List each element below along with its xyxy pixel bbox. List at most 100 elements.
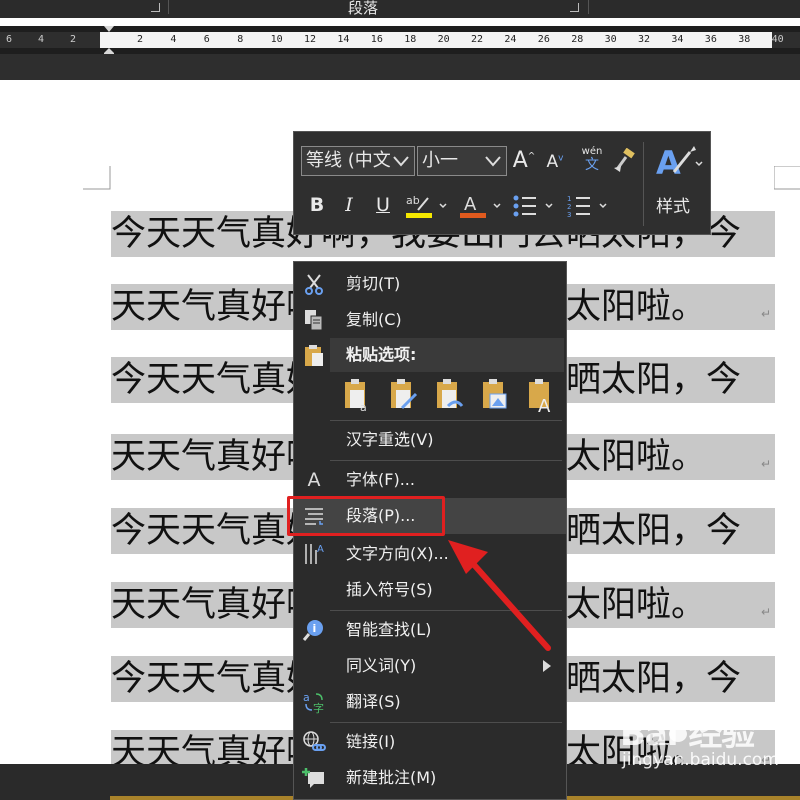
menu-item-link[interactable]: 链接(I) xyxy=(294,724,566,760)
ruler-number: 10 xyxy=(270,34,283,45)
ruler-number: 2 xyxy=(137,34,144,45)
text-direction-icon: A xyxy=(305,544,324,564)
format-painter-icon[interactable] xyxy=(612,148,638,174)
menu-label: 新建批注(M) xyxy=(346,768,437,787)
numbering-icon[interactable]: 1 2 3 xyxy=(566,192,612,220)
paragraph-mark: ↵ xyxy=(761,605,772,619)
ruler-number: 18 xyxy=(404,34,417,45)
menu-label: 插入符号(S) xyxy=(346,580,433,599)
highlight-icon[interactable]: ab xyxy=(404,192,448,220)
margin-corner-right xyxy=(774,166,800,190)
baidu-watermark: Bai 经验 jingyan.baidu.com xyxy=(600,700,800,790)
smart-lookup-icon: i xyxy=(302,620,323,641)
menu-item-reconvert[interactable]: 汉字重选(V) xyxy=(294,422,566,458)
svg-text:A: A xyxy=(656,144,681,182)
scissors-icon xyxy=(305,274,323,295)
ruler-number: 24 xyxy=(504,34,517,45)
paste-keep-source-icon[interactable]: a xyxy=(342,378,374,414)
ruler-number: 14 xyxy=(337,34,350,45)
bold-button[interactable]: B xyxy=(306,194,328,216)
paste-picture-link-icon[interactable] xyxy=(434,378,466,414)
underline-button[interactable]: U xyxy=(372,194,394,216)
ruler-underband xyxy=(0,54,800,80)
font-dialog-launcher[interactable] xyxy=(151,3,160,12)
font-icon: A xyxy=(307,469,321,491)
bullets-icon[interactable] xyxy=(512,192,558,220)
svg-text:A: A xyxy=(538,396,551,414)
horizontal-ruler[interactable]: 6 4 2 2 4 6 8 10 12 14 16 18 20 22 24 26 28 30 32 34 36 38… xyxy=(0,26,800,59)
copy-icon xyxy=(305,310,323,331)
svg-text:a: a xyxy=(360,401,367,414)
menu-separator xyxy=(330,610,562,611)
toolbar-separator xyxy=(643,142,644,226)
watermark-url: jingyan.baidu.com xyxy=(622,750,779,770)
menu-separator xyxy=(330,460,562,461)
ruler-number: 26 xyxy=(537,34,550,45)
phonetic-guide-button[interactable]: wén 文 xyxy=(578,146,606,173)
font-name-value: 等线 (中文 xyxy=(306,150,391,171)
menu-label: 文字方向(X)... xyxy=(346,544,449,563)
menu-label: 字体(F)... xyxy=(346,470,415,489)
ruler-number: 36 xyxy=(704,34,717,45)
ruler-number: 30 xyxy=(604,34,617,45)
ruler-number: 4 xyxy=(38,34,45,45)
menu-item-font[interactable]: A 字体(F)... xyxy=(294,462,566,498)
highlight-box xyxy=(287,496,445,536)
font-size-combo[interactable]: 小一 xyxy=(417,146,507,176)
font-size-value: 小一 xyxy=(422,150,458,171)
paste-merge-format-icon[interactable] xyxy=(388,378,420,414)
ruler-number: 4 xyxy=(170,34,177,45)
paragraph-dialog-launcher[interactable] xyxy=(570,3,579,12)
ruler-number: 20 xyxy=(437,34,450,45)
submenu-arrow-icon xyxy=(543,660,551,672)
menu-item-cut[interactable]: 剪切(T) xyxy=(294,266,566,302)
styles-icon[interactable]: A xyxy=(654,142,704,182)
font-name-combo[interactable]: 等线 (中文 xyxy=(301,146,415,176)
menu-item-synonyms[interactable]: 同义词(Y) xyxy=(294,648,566,684)
paste-as-picture-icon[interactable] xyxy=(480,378,512,414)
shrink-font-button[interactable]: Av xyxy=(544,152,566,172)
ribbon-separator xyxy=(588,0,589,14)
font-color-icon[interactable]: A xyxy=(458,192,504,220)
margin-corner-left xyxy=(83,166,111,190)
ruler-left-margin xyxy=(0,32,100,48)
watermark-brand: Bai 经验 xyxy=(620,714,755,754)
svg-text:i: i xyxy=(313,622,317,635)
svg-text:A: A xyxy=(317,544,324,555)
menu-item-insert-symbol[interactable]: 插入符号(S) xyxy=(294,572,566,608)
italic-button[interactable]: I xyxy=(338,194,360,216)
menu-label: 翻译(S) xyxy=(346,692,401,711)
menu-label: 汉字重选(V) xyxy=(346,430,434,449)
ribbon-group-bar: 段落 xyxy=(0,0,800,18)
ruler-number: 40 xyxy=(771,34,784,45)
chevron-down-icon[interactable] xyxy=(484,153,502,169)
menu-item-copy[interactable]: 复制(C) xyxy=(294,302,566,338)
translate-icon: a 字 xyxy=(303,691,324,714)
ribbon-separator xyxy=(168,0,169,14)
paste-options-header: 粘贴选项: xyxy=(330,338,564,372)
menu-label: 链接(I) xyxy=(346,732,396,751)
paste-text-only-icon[interactable]: A xyxy=(526,378,558,414)
menu-item-text-direction[interactable]: A 文字方向(X)... xyxy=(294,536,566,572)
ruler-number: 12 xyxy=(304,34,317,45)
chevron-down-icon[interactable] xyxy=(392,153,410,169)
menu-item-new-comment[interactable]: 新建批注(M) xyxy=(294,760,566,796)
link-icon xyxy=(303,731,326,751)
ruler-number: 6 xyxy=(203,34,210,45)
menu-label: 同义词(Y) xyxy=(346,656,417,675)
ruler-number: 2 xyxy=(70,34,77,45)
svg-text:a: a xyxy=(303,691,310,704)
ruler-number: 8 xyxy=(237,34,244,45)
menu-item-smart-lookup[interactable]: i 智能查找(L) xyxy=(294,612,566,648)
menu-item-translate[interactable]: a 字 翻译(S) xyxy=(294,684,566,720)
styles-label[interactable]: 样式 xyxy=(656,192,690,217)
ruler-number: 32 xyxy=(638,34,651,45)
menu-separator xyxy=(330,722,562,723)
paragraph-group-label: 段落 xyxy=(348,0,379,17)
svg-text:1: 1 xyxy=(567,195,571,203)
grow-font-button[interactable]: A^ xyxy=(512,148,536,173)
ruler-number: 16 xyxy=(370,34,383,45)
ruler-number: 38 xyxy=(738,34,751,45)
mini-toolbar: 等线 (中文 小一 A^ Av wén 文 A 样式 B I U ab A 1 … xyxy=(293,131,711,235)
menu-label: 剪切(T) xyxy=(346,274,401,293)
